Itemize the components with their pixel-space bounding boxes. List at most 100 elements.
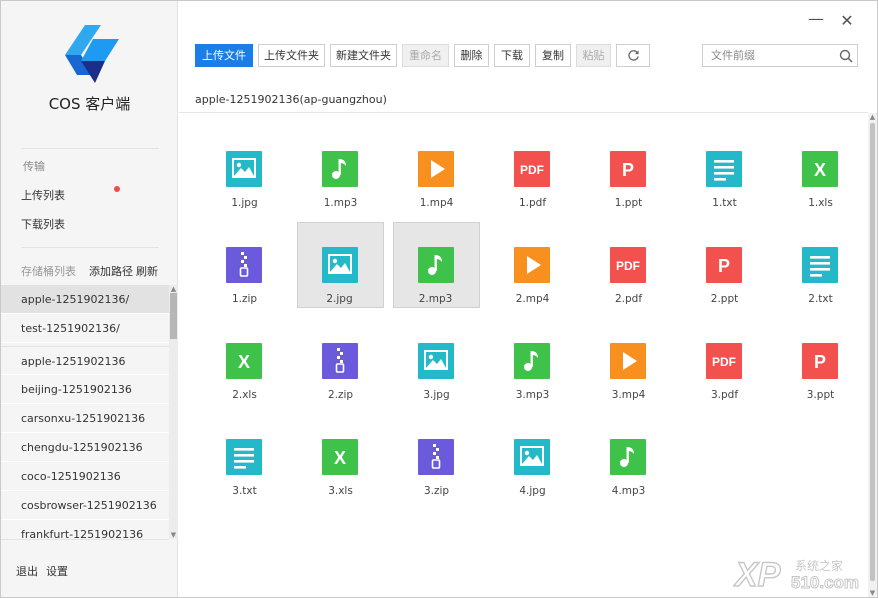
file-item[interactable]: 3.mp4 xyxy=(585,318,672,404)
file-item[interactable]: 3.txt xyxy=(201,414,288,500)
file-name: 1.mp3 xyxy=(323,197,358,209)
file-item[interactable]: X 3.xls xyxy=(297,414,384,500)
svg-text:P: P xyxy=(814,352,826,372)
file-name: 3.pdf xyxy=(710,389,739,401)
rename-button[interactable]: 重命名 xyxy=(402,44,449,67)
copy-button[interactable]: 复制 xyxy=(535,44,571,67)
file-item[interactable]: 2.mp4 xyxy=(489,222,576,308)
file-item[interactable]: PDF 2.pdf xyxy=(585,222,672,308)
svg-text:510.com: 510.com xyxy=(791,573,859,592)
refresh-icon xyxy=(627,50,639,61)
file-grid: 1.jpg 1.mp3 1.mp4 PDF 1.pdf P 1.ppt 1.txt X 1.xls… xyxy=(179,113,868,597)
close-icon[interactable]: ✕ xyxy=(838,11,856,30)
file-item[interactable]: 3.mp3 xyxy=(489,318,576,404)
download-list-link[interactable]: 下载列表 xyxy=(21,216,65,232)
bucket-item[interactable]: cosbrowser-1251902136 xyxy=(1,491,169,520)
file-item[interactable]: 2.zip xyxy=(297,318,384,404)
add-path-link[interactable]: 添加路径 xyxy=(89,263,133,279)
scroll-down-icon[interactable]: ▼ xyxy=(169,531,178,539)
scroll-up-icon[interactable]: ▲ xyxy=(868,113,877,121)
upload-folder-button[interactable]: 上传文件夹 xyxy=(258,44,325,67)
ppt-file-icon: P xyxy=(706,247,742,283)
file-item[interactable]: 1.mp4 xyxy=(393,126,480,212)
main-panel: — ✕ 上传文件 上传文件夹 新建文件夹 重命名 删除 下载 复制 粘贴 文件前… xyxy=(179,1,877,597)
zip-file-icon xyxy=(322,343,358,379)
settings-link[interactable]: 设置 xyxy=(46,563,68,579)
download-button[interactable]: 下载 xyxy=(494,44,530,67)
ppt-file-icon: P xyxy=(802,343,838,379)
logout-link[interactable]: 退出 xyxy=(16,563,38,579)
file-name: 3.ppt xyxy=(806,389,835,401)
file-name: 2.jpg xyxy=(326,293,353,305)
audio-file-icon xyxy=(610,439,646,475)
bucket-item[interactable]: apple-1251902136 xyxy=(1,346,169,375)
file-item[interactable]: PDF 1.pdf xyxy=(489,126,576,212)
notification-dot xyxy=(114,186,120,192)
bucket-item[interactable]: test-1251902136/ xyxy=(1,314,169,343)
file-item[interactable]: 4.jpg xyxy=(489,414,576,500)
file-name: 1.pdf xyxy=(518,197,547,209)
image-file-icon xyxy=(514,439,550,475)
scroll-down-icon[interactable]: ▼ xyxy=(868,589,877,597)
bucket-list-scrollbar[interactable]: ▲ ▼ xyxy=(169,285,178,539)
minimize-icon[interactable]: — xyxy=(807,9,825,28)
file-item[interactable]: 1.jpg xyxy=(201,126,288,212)
divider xyxy=(1,539,169,540)
bucket-item[interactable]: apple-1251902136/ xyxy=(1,285,169,314)
bucket-item[interactable]: chengdu-1251902136 xyxy=(1,433,169,462)
file-item[interactable]: P 1.ppt xyxy=(585,126,672,212)
file-item[interactable]: 2.jpg xyxy=(297,222,384,308)
pdf-file-icon: PDF xyxy=(514,151,550,187)
file-item[interactable]: 2.mp3 xyxy=(393,222,480,308)
audio-file-icon xyxy=(322,151,358,187)
upload-list-link[interactable]: 上传列表 xyxy=(21,187,65,203)
new-folder-button[interactable]: 新建文件夹 xyxy=(330,44,397,67)
current-path: apple-1251902136(ap-guangzhou) xyxy=(195,93,387,106)
scrollbar-thumb[interactable] xyxy=(870,123,875,581)
refresh-button[interactable] xyxy=(616,44,650,67)
watermark-logo: XP 系统之家 510.com xyxy=(733,555,860,592)
upload-file-button[interactable]: 上传文件 xyxy=(195,44,253,67)
image-file-icon xyxy=(226,151,262,187)
bucket-item[interactable]: carsonxu-1251902136 xyxy=(1,404,169,433)
file-item[interactable]: 4.mp3 xyxy=(585,414,672,500)
paste-button[interactable]: 粘贴 xyxy=(576,44,611,67)
image-file-icon xyxy=(418,343,454,379)
refresh-link[interactable]: 刷新 xyxy=(136,263,158,279)
file-name: 1.mp4 xyxy=(419,197,454,209)
file-item[interactable]: 3.jpg xyxy=(393,318,480,404)
svg-text:X: X xyxy=(238,352,250,372)
txt-file-icon xyxy=(226,439,262,475)
svg-text:X: X xyxy=(334,448,346,468)
file-item[interactable]: P 3.ppt xyxy=(777,318,864,404)
file-item[interactable]: 1.zip xyxy=(201,222,288,308)
file-item[interactable]: 2.txt xyxy=(777,222,864,308)
file-grid-scrollbar[interactable]: ▲ ▼ xyxy=(868,113,877,597)
scroll-up-icon[interactable]: ▲ xyxy=(169,285,178,293)
zip-file-icon xyxy=(226,247,262,283)
svg-text:X: X xyxy=(814,160,826,180)
search-icon[interactable] xyxy=(839,49,853,63)
file-name: 4.mp3 xyxy=(611,485,646,497)
app-window: COS 客户端 传输 上传列表 下载列表 存储桶列表 添加路径 刷新 apple… xyxy=(0,0,878,598)
scrollbar-thumb[interactable] xyxy=(170,293,177,339)
bucket-item[interactable]: beijing-1251902136 xyxy=(1,375,169,404)
file-item[interactable]: PDF 3.pdf xyxy=(681,318,768,404)
file-item[interactable]: X 2.xls xyxy=(201,318,288,404)
file-item[interactable]: X 1.xls xyxy=(777,126,864,212)
file-name: 1.xls xyxy=(808,197,833,209)
file-name: 3.mp4 xyxy=(611,389,646,401)
bucket-item[interactable]: coco-1251902136 xyxy=(1,462,169,491)
pdf-file-icon: PDF xyxy=(610,247,646,283)
delete-button[interactable]: 删除 xyxy=(454,44,489,67)
file-item[interactable]: 3.zip xyxy=(393,414,480,500)
file-item[interactable]: P 2.ppt xyxy=(681,222,768,308)
file-item[interactable]: 1.mp3 xyxy=(297,126,384,212)
file-name: 2.pdf xyxy=(614,293,643,305)
search-box xyxy=(702,44,858,67)
file-item[interactable]: 1.txt xyxy=(681,126,768,212)
file-name: 3.mp3 xyxy=(515,389,550,401)
search-input[interactable] xyxy=(711,48,831,63)
xls-file-icon: X xyxy=(802,151,838,187)
bucket-item[interactable]: frankfurt-1251902136 xyxy=(1,520,169,539)
